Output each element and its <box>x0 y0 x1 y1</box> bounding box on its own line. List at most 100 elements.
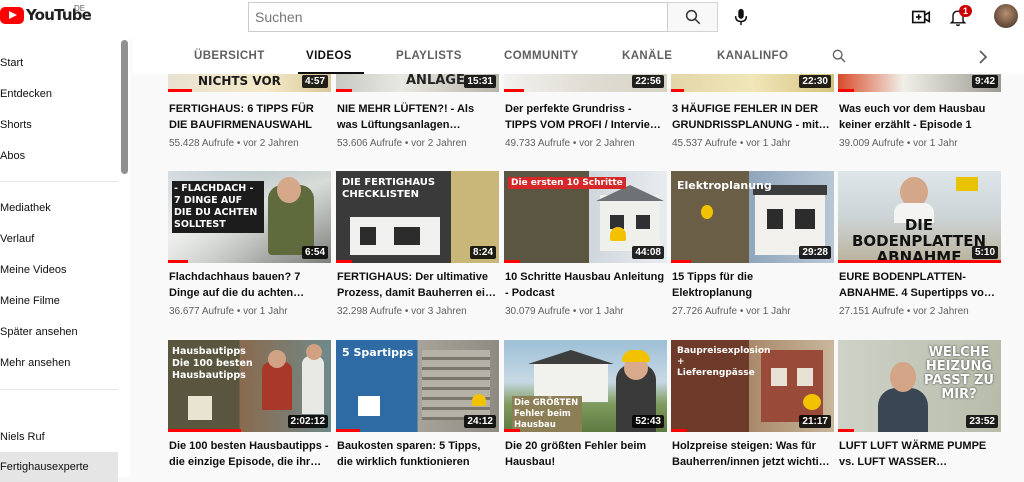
tab-uebersicht[interactable]: ÜBERSICHT <box>194 50 265 62</box>
video-title[interactable]: Die 100 besten Hausbautipps - die einzig… <box>169 438 329 470</box>
video-thumbnail[interactable]: WELCHE HEIZUNG PASST ZU MIR? 23:52 <box>838 340 1001 432</box>
top-bar: YouTube DE Suchen 1 <box>0 0 1024 38</box>
video-title[interactable]: FERTIGHAUS: Der ultimative Prozess, dami… <box>337 269 497 301</box>
sidebar-item-shorts[interactable]: Shorts <box>0 110 118 140</box>
search-input[interactable]: Suchen <box>248 2 668 32</box>
sidebar-item-start[interactable]: Start <box>0 48 118 78</box>
video-thumbnail[interactable]: 5 Spartipps 24:12 <box>336 340 499 432</box>
view-count: 55.428 Aufrufe <box>169 138 235 149</box>
watch-progress <box>671 89 685 92</box>
video-title[interactable]: Baukosten sparen: 5 Tipps, die wirklich … <box>337 438 497 470</box>
video-title[interactable]: Flachdachhaus bauen? 7 Dinge auf die du … <box>169 269 329 301</box>
thumbnail-text: 5 Spartipps <box>342 346 414 359</box>
avatar[interactable] <box>994 4 1018 28</box>
upload-age: vor 1 Jahr <box>243 306 288 317</box>
create-button[interactable] <box>910 6 932 28</box>
chevron-right-icon[interactable] <box>977 50 989 64</box>
video-title[interactable]: Der perfekte Grundriss - TIPPS VOM PROFI… <box>505 101 665 133</box>
create-video-icon <box>911 10 931 24</box>
sidebar-item-label: Niels Ruf <box>0 431 45 443</box>
search-icon <box>685 9 700 25</box>
sidebar-item-mediathek[interactable]: Mediathek <box>0 193 118 223</box>
sidebar-item-entdecken[interactable]: Entdecken <box>0 79 118 109</box>
view-count: 27.726 Aufrufe <box>672 306 738 317</box>
watch-progress <box>838 260 1001 263</box>
upload-age: vor 2 Jahren <box>243 138 299 149</box>
youtube-logo[interactable]: YouTube DE <box>0 4 92 24</box>
sidebar-divider <box>0 181 118 182</box>
video-meta: 36.677 Aufrufe • vor 1 Jahr <box>169 306 288 317</box>
sidebar-item-mehr-ansehen[interactable]: Mehr ansehen <box>0 348 118 378</box>
tab-kanalinfo[interactable]: KANALINFO <box>717 50 788 62</box>
video-duration: 52:43 <box>632 415 664 428</box>
video-thumbnail[interactable]: 22:30 <box>671 74 834 92</box>
video-title[interactable]: LUFT LUFT WÄRME PUMPE vs. LUFT WASSER… <box>839 438 999 470</box>
sidebar-item-label: Fertighausexperte <box>0 461 89 473</box>
video-title[interactable]: Die 20 größten Fehler beim Hausbau! <box>505 438 665 470</box>
video-thumbnail[interactable]: Die ersten 10 Schritte 44:08 <box>504 171 667 263</box>
video-duration: 9:42 <box>971 75 998 88</box>
video-duration: 22:30 <box>799 75 831 88</box>
upload-age: vor 1 Jahr <box>579 306 624 317</box>
video-meta: 30.079 Aufrufe • vor 1 Jahr <box>505 306 624 317</box>
video-title[interactable]: Holzpreise steigen: Was für Bauherren/in… <box>672 438 832 470</box>
view-count: 49.733 Aufrufe <box>505 138 571 149</box>
video-thumbnail[interactable]: NICHTS VOR 4:57 <box>168 74 331 92</box>
sidebar-item-verlauf[interactable]: Verlauf <box>0 224 118 254</box>
watch-progress <box>336 429 361 432</box>
video-thumbnail[interactable]: ANLAGE 15:31 <box>336 74 499 92</box>
thumbnail-text: Die GRÖßTEN Fehler beim Hausbau <box>512 396 582 432</box>
video-thumbnail[interactable]: Elektroplanung 29:28 <box>671 171 834 263</box>
sidebar-item-label: Mehr ansehen <box>0 357 71 369</box>
search-icon[interactable] <box>831 48 847 64</box>
video-duration: 5:10 <box>971 246 998 259</box>
watch-progress <box>336 260 353 263</box>
sidebar-item-meine-filme[interactable]: Meine Filme <box>0 286 118 316</box>
tab-kanaele[interactable]: KANÄLE <box>622 50 672 62</box>
video-thumbnail[interactable]: 9:42 <box>838 74 1001 92</box>
sidebar-item-abos[interactable]: Abos <box>0 141 118 171</box>
upload-age: vor 2 Jahren <box>913 306 969 317</box>
watch-progress <box>504 89 524 92</box>
view-count: 27.151 Aufrufe <box>839 306 905 317</box>
video-thumbnail[interactable]: - FLACHDACH - 7 DINGE AUF DIE DU ACHTEN … <box>168 171 331 263</box>
video-title[interactable]: 3 HÄUFIGE FEHLER IN DER GRUNDRISSPLANUNG… <box>672 101 832 133</box>
video-thumbnail[interactable]: Hausbautipps Die 100 besten Hausbautipps… <box>168 340 331 432</box>
tab-videos[interactable]: VIDEOS <box>306 50 352 62</box>
video-thumbnail[interactable]: Die GRÖßTEN Fehler beim Hausbau 52:43 <box>504 340 667 432</box>
video-meta: 27.726 Aufrufe • vor 1 Jahr <box>672 306 791 317</box>
video-thumbnail[interactable]: Baupreisexplosion + Lieferengpässe 21:17 <box>671 340 834 432</box>
watch-progress <box>838 429 855 432</box>
video-title[interactable]: 15 Tipps für die Elektroplanung <box>672 269 832 301</box>
video-thumbnail[interactable]: 22:56 <box>504 74 667 92</box>
tab-community[interactable]: COMMUNITY <box>504 50 579 62</box>
upload-age: vor 1 Jahr <box>913 138 958 149</box>
view-count: 39.009 Aufrufe <box>839 138 905 149</box>
voice-search-button[interactable] <box>728 4 754 30</box>
sidebar-item-meine-videos[interactable]: Meine Videos <box>0 255 118 285</box>
sidebar-item-label: Entdecken <box>0 88 52 100</box>
upload-age: vor 1 Jahr <box>746 138 791 149</box>
video-duration: 8:24 <box>469 246 496 259</box>
sidebar-item-label: Shorts <box>0 119 32 131</box>
video-thumbnail[interactable]: DIE FERTIGHAUS CHECKLISTEN 8:24 <box>336 171 499 263</box>
video-title[interactable]: EURE BODENPLATTEN-ABNAHME. 4 Supertipps … <box>839 269 999 301</box>
video-thumbnail[interactable]: DIE BODENPLATTEN ABNAHME 5:10 <box>838 171 1001 263</box>
thumbnail-text: Baupreisexplosion + Lieferengpässe <box>677 346 771 378</box>
search-button[interactable] <box>668 2 718 32</box>
sidebar-item-fertighausexperte[interactable]: Fertighausexperte <box>0 452 118 482</box>
sidebar-scrollbar[interactable] <box>121 40 128 174</box>
sidebar-item-niels-ruf[interactable]: Niels Ruf <box>0 422 118 452</box>
search-placeholder: Suchen <box>255 9 303 25</box>
sidebar-item-label: Meine Videos <box>0 264 67 276</box>
thumbnail-text: DIE FERTIGHAUS CHECKLISTEN <box>342 177 436 200</box>
video-title[interactable]: FERTIGHAUS: 6 TIPPS FÜR DIE BAUFIRMENAUS… <box>169 101 329 133</box>
video-title[interactable]: Was euch vor dem Hausbau keiner erzählt … <box>839 101 999 133</box>
video-title[interactable]: 10 Schritte Hausbau Anleitung - Podcast <box>505 269 665 301</box>
watch-progress <box>336 89 353 92</box>
tab-playlists[interactable]: PLAYLISTS <box>396 50 462 62</box>
sidebar-item-spaeter-ansehen[interactable]: Später ansehen <box>0 317 118 347</box>
video-meta: 45.537 Aufrufe • vor 1 Jahr <box>672 138 791 149</box>
video-title[interactable]: NIE MEHR LÜFTEN?! - Als was Lüftungsanla… <box>337 101 497 133</box>
watch-progress <box>168 89 193 92</box>
